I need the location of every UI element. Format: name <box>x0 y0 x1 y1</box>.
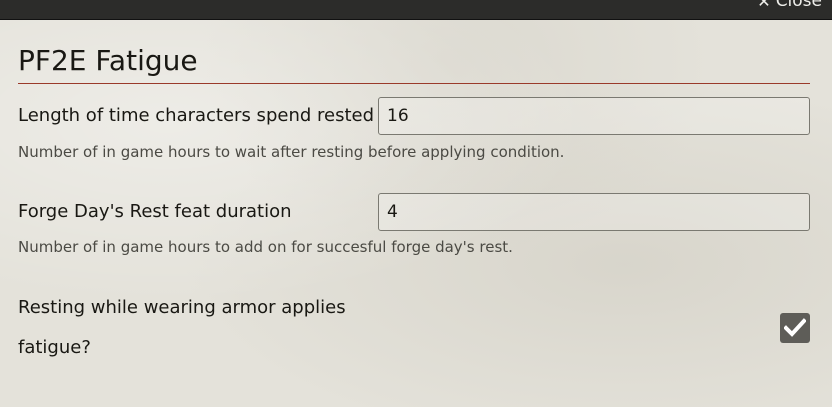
armor-fatigue-checkbox[interactable] <box>780 313 810 343</box>
window-header: ✕ Close <box>0 0 832 20</box>
close-button[interactable]: ✕ Close <box>757 0 822 11</box>
page-title: PF2E Fatigue <box>18 44 198 77</box>
title-divider <box>18 83 810 84</box>
close-label: Close <box>775 0 822 11</box>
checkmark-icon <box>784 318 806 337</box>
rest-duration-input[interactable] <box>378 97 810 135</box>
rest-duration-hint: Number of in game hours to wait after re… <box>18 143 565 161</box>
armor-fatigue-label-line1: Resting while wearing armor applies <box>18 297 346 318</box>
armor-fatigue-label-line2: fatigue? <box>18 337 91 358</box>
forge-rest-input[interactable] <box>378 193 810 231</box>
forge-rest-hint: Number of in game hours to add on for su… <box>18 238 513 256</box>
close-icon: ✕ <box>757 0 771 11</box>
rest-duration-label: Length of time characters spend rested <box>18 105 375 126</box>
forge-rest-label: Forge Day's Rest feat duration <box>18 201 292 222</box>
